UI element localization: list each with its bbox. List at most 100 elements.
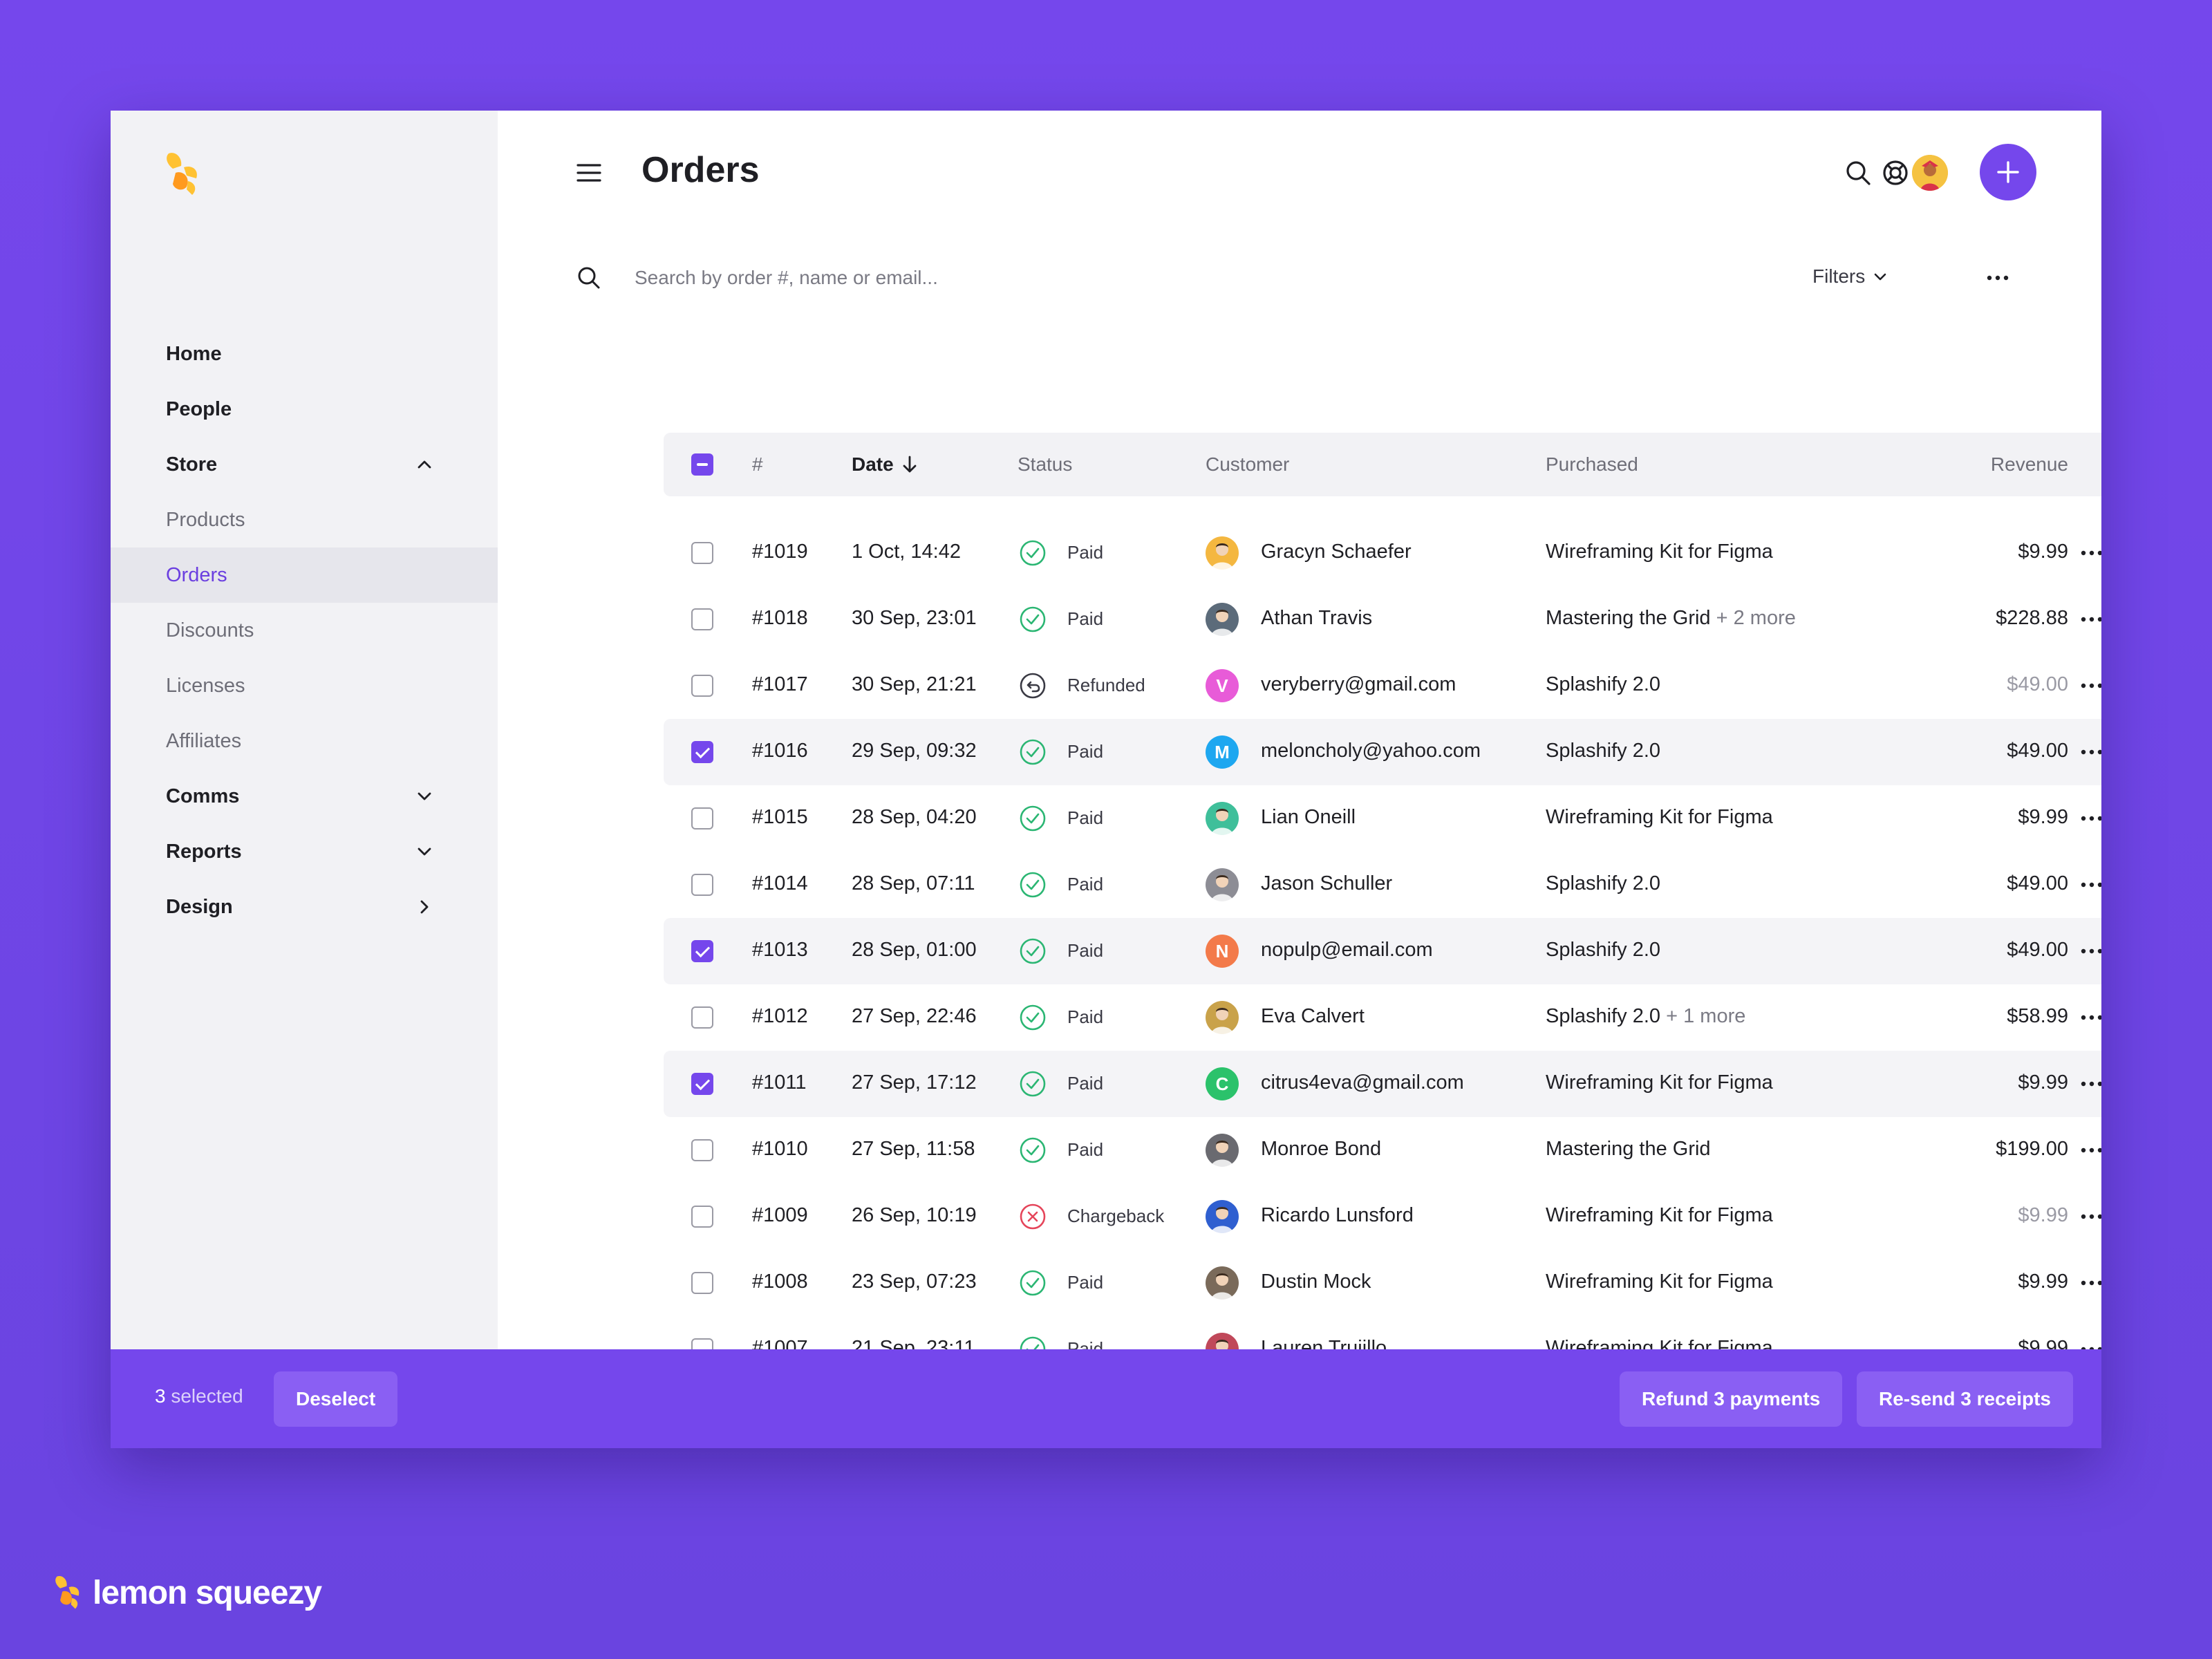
row-checkbox[interactable]: [691, 1006, 713, 1029]
customer-name[interactable]: Athan Travis: [1261, 607, 1372, 630]
resend-receipts-button[interactable]: Re-send 3 receipts: [1857, 1371, 2073, 1427]
row-more-options-icon[interactable]: [2078, 741, 2101, 763]
sidebar-item-home[interactable]: Home: [111, 326, 498, 382]
purchased-product: Wireframing Kit for Figma: [1546, 1271, 1773, 1293]
customer-name[interactable]: veryberry@gmail.com: [1261, 673, 1456, 696]
row-checkbox[interactable]: [691, 940, 713, 962]
purchased-product-name: Wireframing Kit for Figma: [1546, 806, 1773, 828]
purchased-product-name: Wireframing Kit for Figma: [1546, 541, 1773, 563]
table-row[interactable]: #1013 28 Sep, 01:00 Paid Nnopulp@email.com S…: [664, 918, 2101, 984]
row-more-options-icon[interactable]: [2078, 608, 2101, 630]
order-number[interactable]: #1010: [752, 1138, 808, 1161]
row-checkbox[interactable]: [691, 542, 713, 564]
row-more-options-icon[interactable]: [2078, 675, 2101, 697]
table-row[interactable]: #1014 28 Sep, 07:11 Paid Jason Schuller Spla…: [664, 852, 2101, 918]
table-row[interactable]: #1016 29 Sep, 09:32 Paid Mmeloncholy@yahoo.…: [664, 719, 2101, 785]
order-number[interactable]: #1012: [752, 1005, 808, 1028]
table-row[interactable]: #1012 27 Sep, 22:46 Paid Eva Calvert Splashi…: [664, 984, 2101, 1051]
row-checkbox[interactable]: [691, 675, 713, 697]
row-more-options-icon[interactable]: [2078, 1272, 2101, 1294]
row-more-options-icon[interactable]: [2078, 807, 2101, 830]
sidebar-item-label: Reports: [166, 840, 242, 863]
sidebar-item-people[interactable]: People: [111, 382, 498, 437]
sidebar-item-store[interactable]: Store: [111, 437, 498, 492]
order-number[interactable]: #1008: [752, 1271, 808, 1293]
table-row[interactable]: #1011 27 Sep, 17:12 Paid Ccitrus4eva@gmail.…: [664, 1051, 2101, 1117]
table-row[interactable]: #1019 1 Oct, 14:42 Paid Gracyn Schaefer Wire…: [664, 520, 2101, 586]
more-options-icon[interactable]: [1984, 267, 2012, 289]
table-row[interactable]: #1010 27 Sep, 11:58 Paid Monroe Bond Masteri…: [664, 1117, 2101, 1183]
paid-check-icon: [1020, 805, 1046, 832]
hamburger-menu-icon[interactable]: [575, 159, 603, 187]
row-checkbox[interactable]: [691, 1272, 713, 1294]
sidebar-nav: Home People Store Products Orders Discounts Li…: [111, 326, 498, 935]
row-checkbox[interactable]: [691, 807, 713, 830]
row-checkbox[interactable]: [691, 1206, 713, 1228]
row-checkbox[interactable]: [691, 741, 713, 763]
table-row[interactable]: #1009 26 Sep, 10:19 Chargeback Ricardo Luns…: [664, 1183, 2101, 1250]
row-more-options-icon[interactable]: [2078, 1139, 2101, 1161]
deselect-button[interactable]: Deselect: [274, 1371, 398, 1427]
chevron-down-icon: [418, 792, 431, 800]
column-header-date[interactable]: Date: [852, 453, 919, 476]
customer-name[interactable]: Eva Calvert: [1261, 1005, 1365, 1028]
sidebar-item-products[interactable]: Products: [111, 492, 498, 547]
filters-dropdown[interactable]: Filters: [1812, 265, 1888, 288]
row-checkbox[interactable]: [691, 608, 713, 630]
search-input[interactable]: [635, 260, 1671, 296]
table-row[interactable]: #1018 30 Sep, 23:01 Paid Athan Travis Master…: [664, 586, 2101, 653]
table-row[interactable]: #1015 28 Sep, 04:20 Paid Lian Oneill Wirefra…: [664, 785, 2101, 852]
customer-name[interactable]: meloncholy@yahoo.com: [1261, 740, 1481, 762]
order-date: 30 Sep, 23:01: [852, 607, 977, 629]
sidebar-item-affiliates[interactable]: Affiliates: [111, 713, 498, 769]
order-number[interactable]: #1019: [752, 541, 808, 563]
sidebar-item-design[interactable]: Design: [111, 879, 498, 935]
order-date: 28 Sep, 01:00: [852, 939, 977, 961]
order-revenue: $199.00: [1996, 1138, 2068, 1160]
sidebar-item-orders[interactable]: Orders: [111, 547, 498, 603]
row-more-options-icon[interactable]: [2078, 940, 2101, 962]
order-number[interactable]: #1016: [752, 740, 808, 762]
help-lifebuoy-icon[interactable]: [1880, 158, 1911, 188]
order-number[interactable]: #1018: [752, 607, 808, 630]
select-all-checkbox[interactable]: [691, 453, 713, 476]
user-avatar[interactable]: [1912, 155, 1948, 191]
customer-name[interactable]: Lian Oneill: [1261, 806, 1356, 829]
row-more-options-icon[interactable]: [2078, 874, 2101, 896]
customer-name[interactable]: Jason Schuller: [1261, 872, 1392, 895]
table-row[interactable]: #1017 30 Sep, 21:21 Refunded Vveryberry@gma…: [664, 653, 2101, 719]
row-more-options-icon[interactable]: [2078, 542, 2101, 564]
order-number[interactable]: #1013: [752, 939, 808, 962]
customer-name[interactable]: Gracyn Schaefer: [1261, 541, 1412, 563]
order-number[interactable]: #1015: [752, 806, 808, 829]
order-number[interactable]: #1014: [752, 872, 808, 895]
refund-payments-button[interactable]: Refund 3 payments: [1620, 1371, 1843, 1427]
purchased-more-count: + 2 more: [1716, 607, 1796, 629]
customer-avatar: N: [1206, 935, 1239, 968]
row-checkbox[interactable]: [691, 1139, 713, 1161]
row-more-options-icon[interactable]: [2078, 1073, 2101, 1095]
add-new-button[interactable]: [1980, 144, 2036, 200]
row-more-options-icon[interactable]: [2078, 1006, 2101, 1029]
customer-name[interactable]: Dustin Mock: [1261, 1271, 1371, 1293]
sidebar-item-comms[interactable]: Comms: [111, 769, 498, 824]
row-more-options-icon[interactable]: [2078, 1206, 2101, 1228]
customer-name[interactable]: nopulp@email.com: [1261, 939, 1433, 962]
lemon-squeezy-logo[interactable]: [163, 149, 202, 199]
order-number[interactable]: #1017: [752, 673, 808, 696]
sidebar-item-reports[interactable]: Reports: [111, 824, 498, 879]
person-avatar-icon: [1211, 875, 1233, 901]
sidebar-item-licenses[interactable]: Licenses: [111, 658, 498, 713]
sidebar-item-discounts[interactable]: Discounts: [111, 603, 498, 658]
row-checkbox[interactable]: [691, 1073, 713, 1095]
table-row[interactable]: #1008 23 Sep, 07:23 Paid Dustin Mock Wirefra…: [664, 1250, 2101, 1316]
chevron-up-icon: [418, 460, 431, 469]
order-number[interactable]: #1011: [752, 1071, 807, 1094]
customer-name[interactable]: Monroe Bond: [1261, 1138, 1381, 1161]
customer-name[interactable]: Ricardo Lunsford: [1261, 1204, 1414, 1227]
row-checkbox[interactable]: [691, 874, 713, 896]
search-icon[interactable]: [1843, 158, 1873, 188]
customer-avatar: [1206, 1200, 1239, 1233]
order-number[interactable]: #1009: [752, 1204, 808, 1227]
customer-name[interactable]: citrus4eva@gmail.com: [1261, 1071, 1464, 1094]
